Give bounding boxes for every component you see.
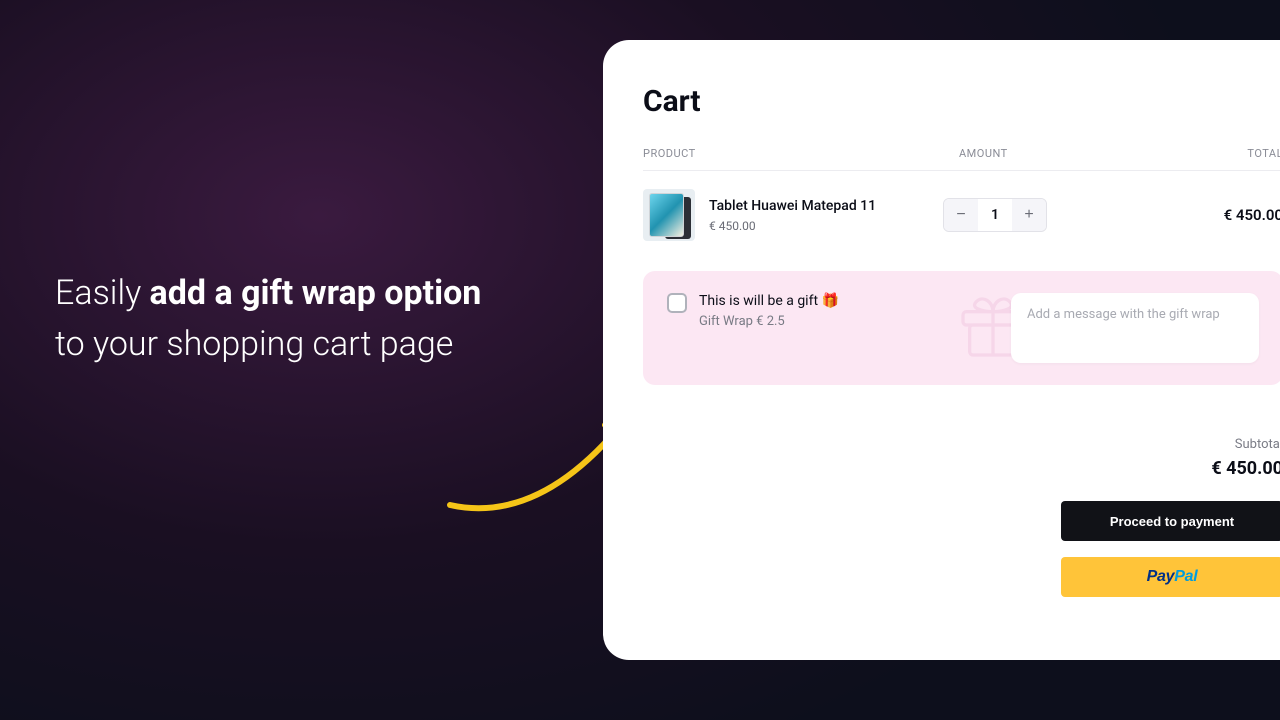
quantity-stepper: − 1 + bbox=[943, 198, 1047, 232]
gift-label: This is will be a gift 🎁 bbox=[699, 293, 839, 309]
product-unit-price: € 450.00 bbox=[709, 219, 876, 233]
subtotal-value: € 450.00 bbox=[1211, 458, 1280, 479]
product-name: Tablet Huawei Matepad 11 bbox=[709, 198, 876, 214]
cart-item-row: Tablet Huawei Matepad 11 € 450.00 − 1 + … bbox=[643, 171, 1280, 267]
proceed-to-payment-button[interactable]: Proceed to payment bbox=[1061, 501, 1280, 541]
subtotal-label: Subtotal bbox=[1235, 437, 1280, 452]
qty-value: 1 bbox=[978, 207, 1012, 223]
marketing-headline: Easily add a gift wrap option to your sh… bbox=[55, 268, 495, 370]
headline-post: to your shopping cart page bbox=[55, 324, 453, 364]
product-cell: Tablet Huawei Matepad 11 € 450.00 bbox=[643, 189, 943, 241]
amount-cell: − 1 + bbox=[943, 198, 1143, 232]
cart-table-header: PRODUCT AMOUNT TOTAL bbox=[643, 147, 1280, 171]
headline-pre: Easily bbox=[55, 273, 150, 313]
col-amount-header: AMOUNT bbox=[943, 147, 1143, 160]
paypal-button[interactable]: PayPal bbox=[1061, 557, 1280, 597]
gift-text: This is will be a gift 🎁 Gift Wrap € 2.5 bbox=[699, 293, 839, 329]
gift-left: This is will be a gift 🎁 Gift Wrap € 2.5 bbox=[667, 293, 991, 329]
cart-footer: Subtotal € 450.00 Proceed to payment Pay… bbox=[643, 437, 1280, 597]
paypal-pay-text: Pay bbox=[1147, 568, 1175, 586]
gift-wrap-box: This is will be a gift 🎁 Gift Wrap € 2.5 bbox=[643, 271, 1280, 385]
headline-bold: add a gift wrap option bbox=[150, 273, 482, 313]
line-total: € 450.00 bbox=[1143, 206, 1280, 224]
qty-decrease-button[interactable]: − bbox=[944, 199, 978, 231]
paypal-pal-text: Pal bbox=[1174, 568, 1197, 586]
gift-price-label: Gift Wrap € 2.5 bbox=[699, 314, 839, 329]
gift-checkbox[interactable] bbox=[667, 293, 687, 313]
cart-panel: Cart PRODUCT AMOUNT TOTAL Tablet Huawei … bbox=[603, 40, 1280, 660]
gift-message-input[interactable] bbox=[1011, 293, 1259, 363]
col-product-header: PRODUCT bbox=[643, 147, 943, 160]
product-thumbnail bbox=[643, 189, 695, 241]
product-info: Tablet Huawei Matepad 11 € 450.00 bbox=[709, 198, 876, 233]
col-total-header: TOTAL bbox=[1143, 147, 1280, 160]
qty-increase-button[interactable]: + bbox=[1012, 199, 1046, 231]
cart-title: Cart bbox=[643, 84, 1280, 119]
